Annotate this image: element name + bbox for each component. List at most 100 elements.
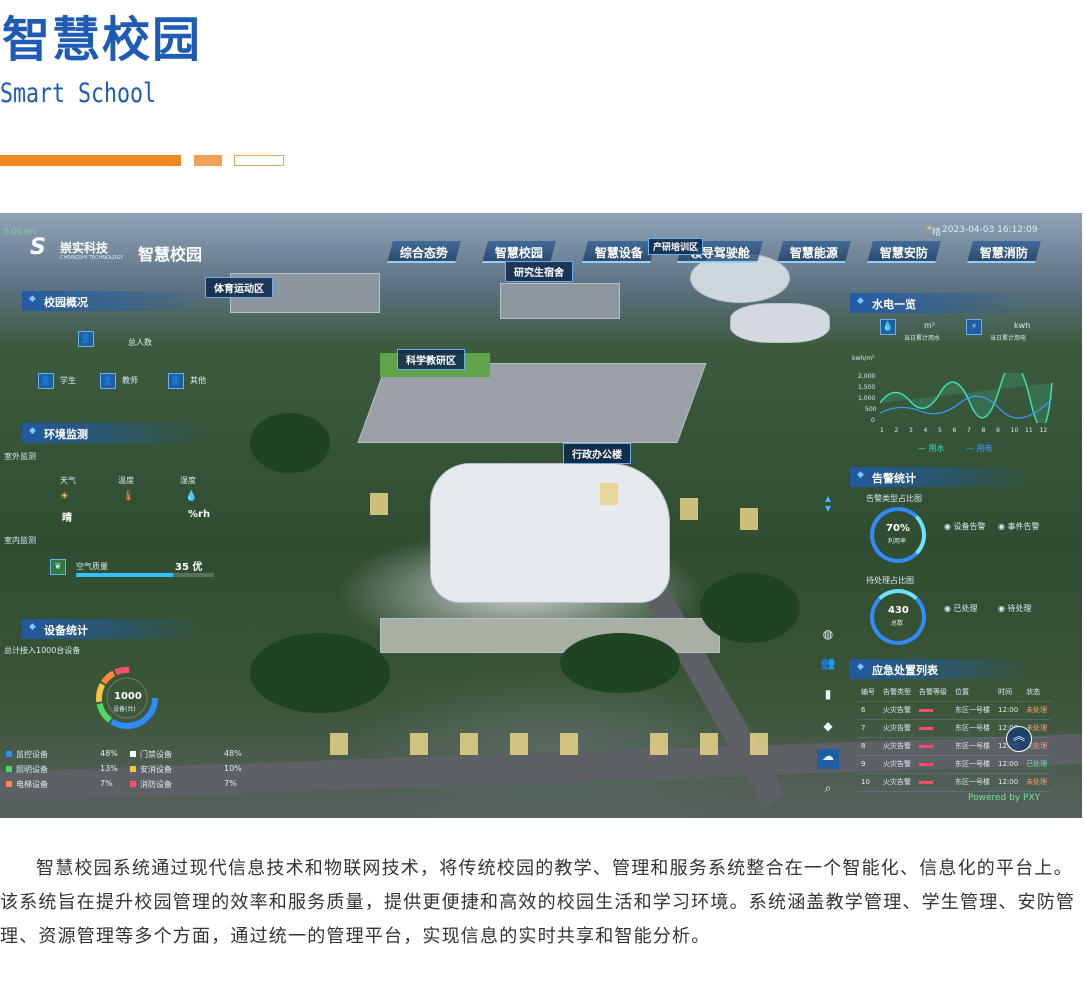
brand-sub: CHONGSHI TECHNOLOGY xyxy=(60,255,124,261)
table-row[interactable]: 10 火灾告警 东区一号楼 12:00 未处理 xyxy=(857,773,1052,792)
collapse-icon[interactable]: ︽ xyxy=(1006,726,1032,752)
devices-panel-header: 设备统计 xyxy=(22,619,202,639)
datetime: 2023-04-03 16:12:09 xyxy=(942,225,1038,235)
legend-item-pct: 7% xyxy=(224,779,237,788)
col-type: 告警类型 xyxy=(879,683,915,702)
table-cell: 火灾告警 xyxy=(879,773,915,792)
table-cell: 火灾告警 xyxy=(879,719,915,738)
env-humidity-unit: %rh xyxy=(188,509,211,520)
campus-teacher-label: 教师 xyxy=(122,376,138,385)
light xyxy=(750,733,768,755)
env-panel-header: 环境监测 xyxy=(22,423,202,443)
alarm-rate-label: 利用率 xyxy=(888,538,907,545)
alarm-rate-value: 70% xyxy=(886,523,910,534)
map-tag-admin[interactable]: 行政办公楼 xyxy=(563,443,631,464)
x-tick: 6 xyxy=(952,427,957,434)
weather-label: 晴 xyxy=(932,228,942,238)
x-tick: 3 xyxy=(909,427,913,434)
globe-icon[interactable]: ◍ xyxy=(817,627,839,647)
table-cell: 10 xyxy=(857,773,879,792)
col-loc: 位置 xyxy=(951,683,994,702)
bookmark-icon[interactable]: ▮ xyxy=(817,687,839,707)
table-cell: 东区一号楼 xyxy=(951,737,994,756)
campus-panel-header: 校园概况 xyxy=(22,291,202,311)
chevron-down-icon[interactable]: ▾ xyxy=(817,501,839,521)
thermometer-icon: 🌡 xyxy=(122,491,135,502)
light xyxy=(740,508,758,530)
power-label: 当日累计用电 xyxy=(990,335,1027,342)
x-tick: 1 xyxy=(880,427,884,434)
student-icon: 👤 xyxy=(38,373,54,389)
alarm-rate-ring xyxy=(870,507,926,563)
air-quality-value: 35 优 xyxy=(175,562,203,573)
legend-item-name: 门禁设备 xyxy=(140,750,172,759)
table-cell: 已处理 xyxy=(1022,755,1052,774)
search-icon[interactable]: ⌕ xyxy=(817,781,839,801)
table-cell xyxy=(915,701,951,720)
decor-bar-long xyxy=(0,155,181,166)
legend-item-pct: 10% xyxy=(224,764,242,773)
decor-bar-outline xyxy=(234,155,284,166)
x-tick: 12 xyxy=(1039,427,1048,434)
building-admin xyxy=(430,463,670,603)
light xyxy=(680,498,698,520)
system-name: 智慧校园 xyxy=(138,245,203,264)
cube-icon[interactable]: ◆ xyxy=(817,719,839,739)
col-level: 告警等级 xyxy=(915,683,951,702)
page-title: 智慧校园 xyxy=(2,12,203,68)
tab-fire[interactable]: 智慧消防 xyxy=(967,241,1041,263)
users-icon[interactable]: 👥 xyxy=(817,656,839,676)
light xyxy=(510,733,528,755)
tab-devices[interactable]: 智慧设备 xyxy=(582,241,656,263)
table-cell: 东区一号楼 xyxy=(951,773,994,792)
y-tick: 0 xyxy=(871,417,875,424)
map-tag-sports[interactable]: 体育运动区 xyxy=(205,277,273,298)
table-cell: 9 xyxy=(857,755,879,774)
table-cell: 东区一号楼 xyxy=(951,701,994,720)
tab-campus[interactable]: 智慧校园 xyxy=(482,241,556,263)
brand-name: 崇实科技 xyxy=(60,241,109,255)
tab-energy[interactable]: 智慧能源 xyxy=(777,241,851,263)
map-tag-research[interactable]: 科学教研区 xyxy=(397,349,465,370)
lightning-icon: ⚡ xyxy=(966,319,982,335)
teacher-icon: 👤 xyxy=(100,373,116,389)
legend-power: — 用电 xyxy=(966,444,993,453)
table-cell: 未处理 xyxy=(1022,701,1052,720)
legend-swatch xyxy=(6,781,12,787)
legend-swatch xyxy=(6,766,12,772)
map-tag-training[interactable]: 产研培训区 xyxy=(648,238,704,255)
x-tick: 2 xyxy=(894,427,899,434)
x-tick: 9 xyxy=(996,427,1000,434)
light xyxy=(700,733,718,755)
env-weather-value: 晴 xyxy=(62,513,72,524)
env-col-humidity: 湿度 xyxy=(180,476,196,485)
decor-bar-short xyxy=(194,155,222,166)
alarm-type-label: 告警类型占比图 xyxy=(866,494,922,503)
brand-logo-icon: S xyxy=(30,235,46,260)
table-cell: 12:00 xyxy=(994,701,1023,720)
table-row[interactable]: 9 火灾告警 东区一号楼 12:00 已处理 xyxy=(857,755,1052,774)
light xyxy=(410,733,428,755)
legend-swatch xyxy=(6,751,12,757)
weather-cloud-icon[interactable]: ☁ xyxy=(817,749,839,769)
pending-label: 待处理占比图 xyxy=(866,576,914,585)
tab-security[interactable]: 智慧安防 xyxy=(867,241,941,263)
tab-overview[interactable]: 综合态势 xyxy=(387,241,461,263)
table-cell xyxy=(915,755,951,774)
water-panel-header: 水电一览 xyxy=(850,293,1030,313)
outdoor-label: 室外监测 xyxy=(4,452,36,461)
table-row[interactable]: 6 火灾告警 东区一号楼 12:00 未处理 xyxy=(857,701,1052,720)
map-tag-dorm[interactable]: 研究生宿舍 xyxy=(505,261,573,282)
legend-device-alarm: ◉ 设备告警 xyxy=(944,522,986,531)
x-tick: 7 xyxy=(967,427,971,434)
light xyxy=(460,733,478,755)
legend-item-pct: 7% xyxy=(100,779,113,788)
table-cell: 东区一号楼 xyxy=(951,719,994,738)
table-cell xyxy=(915,773,951,792)
water-power-line-chart xyxy=(880,373,1053,423)
tree xyxy=(700,573,800,643)
description-paragraph: 智慧校园系统通过现代信息技术和物联网技术，将传统校园的教学、管理和服务系统整合在… xyxy=(0,858,1076,947)
table-cell xyxy=(915,719,951,738)
table-cell: 未处理 xyxy=(1022,773,1052,792)
tree xyxy=(560,633,680,693)
